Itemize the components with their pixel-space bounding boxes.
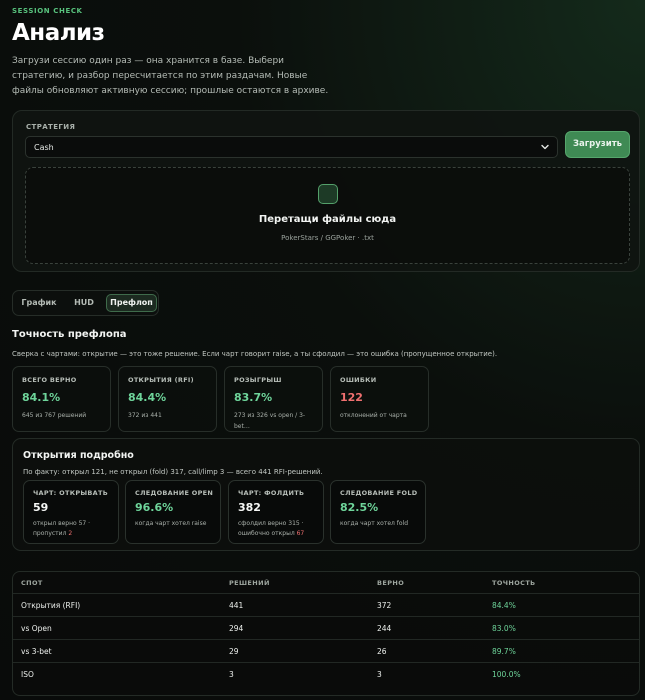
cell-spot: vs Open <box>21 624 52 633</box>
cell-correct: 244 <box>377 624 392 633</box>
stat-label: ОШИБКИ <box>340 376 377 384</box>
table-row: vs Open 294 244 83.0% <box>13 617 639 640</box>
stat-note: отклонений от чарта <box>340 412 407 419</box>
stat-note: 372 из 441 <box>128 412 162 419</box>
detail-label: ЧАРТ: ОТКРЫВАТЬ <box>33 489 108 497</box>
dropzone-title: Перетащи файлы сюда <box>258 214 397 225</box>
cell-accuracy: 89.7% <box>492 647 516 656</box>
table-header: СПОТ РЕШЕНИЙ ВЕРНО ТОЧНОСТЬ <box>13 572 639 594</box>
tab-hud[interactable]: HUD <box>63 294 105 312</box>
cell-decisions: 29 <box>229 647 239 656</box>
detail-label: ЧАРТ: ФОЛДИТЬ <box>238 489 305 497</box>
detail-card-chart-open: ЧАРТ: ОТКРЫВАТЬ 59 открыл верно 57 · про… <box>23 480 119 544</box>
stat-label: ВСЕГО ВЕРНО <box>22 376 77 384</box>
stat-label: РОЗЫГРЫШ <box>234 376 282 384</box>
detail-note: когда чарт хотел raise <box>135 520 207 527</box>
stat-value: 84.4% <box>128 391 167 404</box>
strategy-select[interactable]: Cash <box>25 136 558 158</box>
detail-note-highlight: 67 <box>296 530 305 537</box>
dropzone-hint: PokerStars / GGPoker · .txt <box>281 234 374 242</box>
detail-value: 96.6% <box>135 501 174 514</box>
detail-card-follow-open: СЛЕДОВАНИЕ OPEN 96.6% когда чарт хотел r… <box>125 480 221 544</box>
header-decisions: РЕШЕНИЙ <box>229 579 270 587</box>
chevron-down-icon <box>541 144 549 150</box>
upload-icon <box>318 184 338 204</box>
detail-card-chart-fold: ЧАРТ: ФОЛДИТЬ 382 сфолдил верно 315 · ош… <box>228 480 324 544</box>
stat-value: 84.1% <box>22 391 61 404</box>
stat-label: ОТКРЫТИЯ (RFI) <box>128 376 194 384</box>
detail-note: сфолдил верно 315 · ошибочно открыл 67 <box>238 519 322 539</box>
table-row: vs 3-bet 29 26 89.7% <box>13 640 639 663</box>
cell-spot: Открытия (RFI) <box>21 601 81 610</box>
header-spot: СПОТ <box>21 579 43 587</box>
cell-decisions: 294 <box>229 624 244 633</box>
stat-card-total: ВСЕГО ВЕРНО 84.1% 645 из 767 решений <box>12 366 111 432</box>
cell-correct: 3 <box>377 670 382 679</box>
table-row: ISO 3 3 100.0% <box>13 663 639 686</box>
cell-spot: ISO <box>21 670 34 679</box>
tab-preflop[interactable]: Префлоп <box>106 294 157 312</box>
strategy-select-value: Cash <box>34 143 54 152</box>
accuracy-subtitle: Сверка с чартами: открытие — это тоже ре… <box>12 350 498 358</box>
file-dropzone[interactable]: Перетащи файлы сюда PokerStars / GGPoker… <box>25 167 630 264</box>
spots-table: СПОТ РЕШЕНИЙ ВЕРНО ТОЧНОСТЬ Открытия (RF… <box>12 571 640 696</box>
upload-panel: СТРАТЕГИЯ Cash Загрузить Перетащи файлы … <box>12 110 640 272</box>
cell-accuracy: 100.0% <box>492 670 521 679</box>
cell-accuracy: 84.4% <box>492 601 516 610</box>
tab-chart[interactable]: График <box>17 294 61 312</box>
stat-note: 645 из 767 решений <box>22 412 87 419</box>
detail-note-text: открыл верно 57 · пропустил <box>33 520 91 537</box>
openings-title: Открытия подробно <box>23 450 134 461</box>
cell-correct: 372 <box>377 601 392 610</box>
openings-detail-panel: Открытия подробно По факту: открыл 121, … <box>12 438 640 551</box>
detail-label: СЛЕДОВАНИЕ FOLD <box>340 489 418 497</box>
stat-value: 83.7% <box>234 391 273 404</box>
accuracy-title: Точность префлопа <box>12 329 127 340</box>
stat-note: 273 из 326 vs open / 3-bet… <box>234 412 306 430</box>
cell-accuracy: 83.0% <box>492 624 516 633</box>
cell-spot: vs 3-bet <box>21 647 52 656</box>
detail-note-text: сфолдил верно 315 · ошибочно открыл <box>238 520 304 537</box>
detail-label: СЛЕДОВАНИЕ OPEN <box>135 489 214 497</box>
cell-correct: 26 <box>377 647 387 656</box>
openings-subtitle: По факту: открыл 121, не открыл (fold) 3… <box>23 468 323 476</box>
view-tabs: График HUD Префлоп <box>12 290 159 316</box>
detail-note: открыл верно 57 · пропустил 2 <box>33 519 117 539</box>
detail-value: 59 <box>33 501 49 514</box>
detail-note: когда чарт хотел fold <box>340 520 409 527</box>
detail-value: 82.5% <box>340 501 379 514</box>
detail-value: 382 <box>238 501 261 514</box>
eyebrow: SESSION CHECK <box>12 7 83 15</box>
cell-decisions: 441 <box>229 601 244 610</box>
detail-card-follow-fold: СЛЕДОВАНИЕ FOLD 82.5% когда чарт хотел f… <box>330 480 426 544</box>
detail-note-highlight: 2 <box>68 530 73 537</box>
strategy-label: СТРАТЕГИЯ <box>26 123 76 131</box>
stat-card-playing: РОЗЫГРЫШ 83.7% 273 из 326 vs open / 3-be… <box>224 366 323 432</box>
stat-card-errors: ОШИБКИ 122 отклонений от чарта <box>330 366 429 432</box>
stat-card-rfi: ОТКРЫТИЯ (RFI) 84.4% 372 из 441 <box>118 366 217 432</box>
page-subtitle: Загрузи сессию один раз — она хранится в… <box>12 56 329 96</box>
upload-button[interactable]: Загрузить <box>565 131 630 158</box>
header-accuracy: ТОЧНОСТЬ <box>492 579 536 587</box>
cell-decisions: 3 <box>229 670 234 679</box>
header-correct: ВЕРНО <box>377 579 405 587</box>
table-row: Открытия (RFI) 441 372 84.4% <box>13 594 639 617</box>
page-title: Анализ <box>12 20 105 46</box>
stat-value: 122 <box>340 391 363 404</box>
